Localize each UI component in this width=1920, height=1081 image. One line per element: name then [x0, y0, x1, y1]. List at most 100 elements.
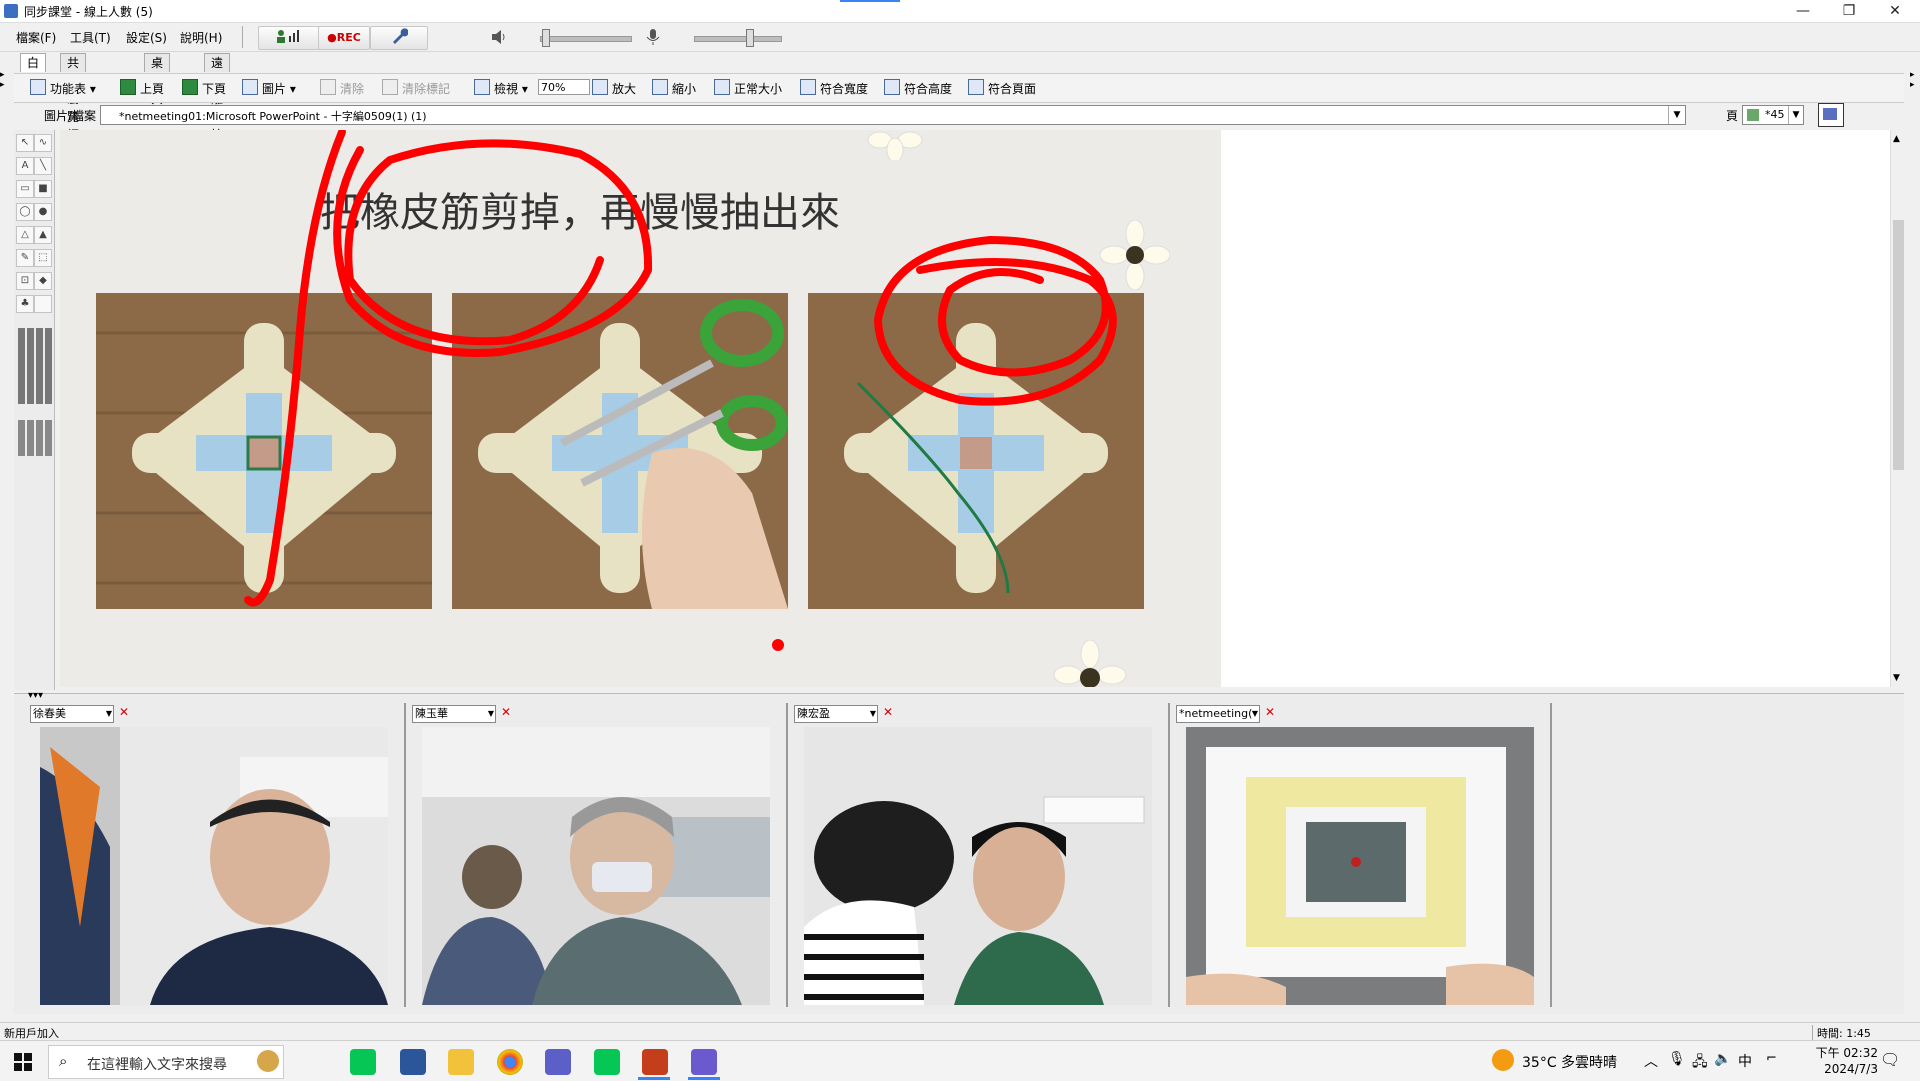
participant-select-3[interactable]: 陳宏盈 ▼ — [794, 705, 878, 723]
view-menu-button[interactable]: 檢視 ▾ — [474, 79, 528, 97]
ime-indicator[interactable]: 中 — [1738, 1051, 1752, 1071]
function-menu-button[interactable]: 功能表 ▾ — [30, 79, 96, 97]
ellipse-icon[interactable]: ◯ — [16, 203, 34, 221]
whiteboard-slide[interactable]: 把橡皮筋剪掉，再慢慢抽出來 — [60, 130, 1221, 687]
crop-icon[interactable]: ⊡ — [16, 272, 34, 290]
network-icon[interactable]: 🖧 — [1692, 1051, 1708, 1075]
pen-icon[interactable]: ✎ — [16, 249, 34, 267]
prev-page-button[interactable]: 上頁 — [120, 79, 164, 97]
fit-width-button[interactable]: 符合寬度 — [800, 79, 868, 97]
clear-button[interactable]: 清除 — [320, 79, 364, 97]
zoom-out-button[interactable]: 縮小 — [652, 79, 696, 97]
fit-page-icon — [968, 79, 984, 95]
line-tool-icon[interactable]: ╲ — [34, 157, 52, 175]
powerpoint-app-icon[interactable] — [642, 1049, 668, 1075]
video-feed-3 — [804, 727, 1152, 1005]
notification-icon[interactable]: 🗨 — [1880, 1050, 1900, 1069]
vertical-scrollbar[interactable]: ▲ ▼ — [1890, 130, 1907, 687]
volume-slider-thumb[interactable] — [542, 29, 550, 47]
tab-desktop-share[interactable]: 桌面共享 — [144, 53, 171, 124]
mic-tray-icon[interactable]: 🎙 — [1668, 1051, 1686, 1067]
scroll-up-icon[interactable]: ▲ — [1893, 134, 1900, 144]
volume-icon[interactable]: 🔈 — [1714, 1051, 1731, 1067]
taskbar-search-box[interactable]: ⌕ 在這裡輸入文字來搜尋 — [48, 1045, 284, 1079]
chrome-app-icon[interactable] — [497, 1049, 523, 1075]
tab-remote-control[interactable]: 遠距離操控 — [204, 53, 231, 142]
webcam-person-image — [804, 727, 1152, 1005]
classroom-app-icon[interactable] — [691, 1049, 717, 1075]
lasso-icon[interactable]: ∿ — [34, 134, 52, 152]
maximize-button[interactable]: ❐ — [1826, 0, 1872, 22]
close-video-icon[interactable]: ✕ — [883, 705, 893, 719]
line-app-icon[interactable] — [350, 1049, 376, 1075]
image-menu-button[interactable]: 圖片 ▾ — [242, 79, 296, 97]
close-button[interactable]: ✕ — [1872, 0, 1918, 22]
ime-mode-icon[interactable]: ⌐ — [1766, 1051, 1777, 1066]
select-arrow-icon[interactable]: ↖ — [16, 134, 34, 152]
left-collapse-arrow[interactable]: ▸ ▸ — [0, 70, 8, 100]
menu-settings[interactable]: 設定(S) — [126, 29, 167, 46]
mic-slider-track[interactable] — [694, 36, 782, 42]
mic-slider-thumb[interactable] — [746, 29, 754, 47]
preview-icon — [1823, 108, 1837, 120]
scroll-down-icon[interactable]: ▼ — [1893, 673, 1900, 683]
marquee-icon[interactable]: ⬚ — [34, 249, 52, 267]
volume-slider-track[interactable] — [540, 36, 632, 42]
line-app-icon-2[interactable] — [594, 1049, 620, 1075]
line-width-icon[interactable] — [18, 420, 52, 456]
video-panel-3: 陳宏盈 ▼ ✕ — [788, 703, 1170, 1007]
fit-page-button[interactable]: 符合頁面 — [968, 79, 1036, 97]
clear-marks-button[interactable]: 清除標記 — [382, 79, 450, 97]
teams-app-icon[interactable] — [545, 1049, 571, 1075]
file-explorer-icon[interactable] — [448, 1049, 474, 1075]
video-panel-4: *netmeeting(▼ ✕ — [1170, 703, 1552, 1007]
audio-button[interactable] — [258, 26, 320, 50]
right-collapse-arrow[interactable]: ▸ ▸ — [1910, 70, 1918, 100]
clock-time[interactable]: 下午 02:32 — [1798, 1044, 1878, 1061]
blank-tool-icon[interactable] — [34, 295, 52, 313]
participant-select-1[interactable]: 徐春美 ▼ — [30, 705, 114, 723]
page-select[interactable]: *45 ▼ — [1742, 105, 1804, 125]
clock-date[interactable]: 2024/7/3 — [1798, 1062, 1878, 1076]
menu-file[interactable]: 檔案(F) — [16, 29, 56, 46]
filled-rectangle-icon[interactable]: ■ — [34, 180, 52, 198]
color-palette-icon[interactable] — [18, 328, 52, 404]
file-select[interactable]: *netmeeting01:Microsoft PowerPoint - 十字編… — [100, 105, 1686, 125]
zoom-out-icon — [652, 79, 668, 95]
zoom-input[interactable] — [538, 79, 590, 95]
tab-whiteboard[interactable]: 白板 — [20, 53, 47, 88]
settings-wrench-button[interactable] — [370, 26, 428, 50]
participant-select-4[interactable]: *netmeeting(▼ — [1176, 705, 1260, 723]
stamp-icon[interactable]: ♣ — [16, 295, 34, 313]
filled-ellipse-icon[interactable]: ● — [34, 203, 52, 221]
tab-cobrowse[interactable]: 共同瀏覽網頁 — [60, 53, 87, 160]
tray-chevron-icon[interactable]: ︿ — [1644, 1051, 1658, 1071]
menu-tools[interactable]: 工具(T) — [70, 29, 111, 46]
weather-icon — [1492, 1049, 1514, 1071]
minimize-button[interactable]: — — [1780, 0, 1826, 22]
fit-height-button[interactable]: 符合高度 — [884, 79, 952, 97]
filled-polygon-icon[interactable]: ▲ — [34, 226, 52, 244]
eraser-icon — [382, 79, 398, 95]
close-video-icon[interactable]: ✕ — [1265, 705, 1275, 719]
eraser-tool-icon[interactable]: ◆ — [34, 272, 52, 290]
word-app-icon[interactable] — [400, 1049, 426, 1075]
page-preview-button[interactable] — [1818, 103, 1844, 127]
close-video-icon[interactable]: ✕ — [119, 705, 129, 719]
collapse-video-icon[interactable]: ▾▾▾ — [28, 690, 43, 701]
polygon-icon[interactable]: △ — [16, 226, 34, 244]
close-video-icon[interactable]: ✕ — [501, 705, 511, 719]
weather-text[interactable]: 35°C 多雲時晴 — [1522, 1052, 1617, 1072]
next-page-button[interactable]: 下頁 — [182, 79, 226, 97]
red-annotation-strokes — [244, 130, 1117, 651]
scrollbar-thumb[interactable] — [1893, 220, 1904, 470]
normal-size-button[interactable]: 正常大小 — [714, 79, 782, 97]
record-button[interactable]: ●REC — [318, 26, 370, 50]
zoom-in-button[interactable]: 放大 — [592, 79, 636, 97]
participant-select-2[interactable]: 陳玉華 ▼ — [412, 705, 496, 723]
menu-help[interactable]: 說明(H) — [180, 29, 222, 46]
wrench-icon — [393, 28, 409, 44]
windows-start-icon[interactable] — [14, 1053, 32, 1071]
text-tool-icon[interactable]: A — [16, 157, 34, 175]
rectangle-icon[interactable]: ▭ — [16, 180, 34, 198]
